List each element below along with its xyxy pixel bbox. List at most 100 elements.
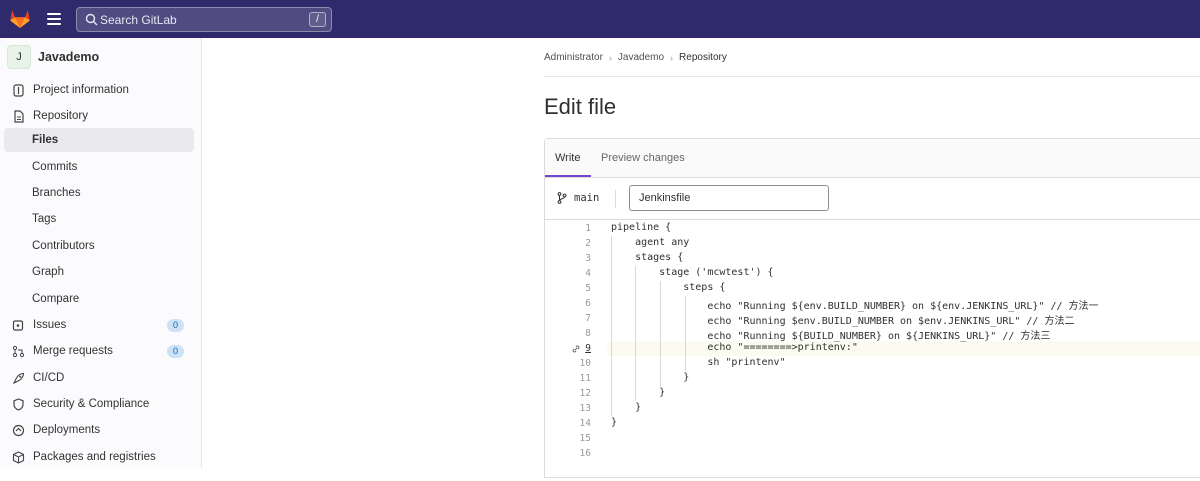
search-input[interactable]: Search GitLab / xyxy=(76,7,332,32)
file-editor: Write Preview changes main 1 2 3 4 5 6 7… xyxy=(544,138,1200,478)
code-line: echo "Running $env.BUILD_NUMBER on $env.… xyxy=(611,316,1075,327)
deployments-icon xyxy=(12,424,25,436)
menu-icon[interactable] xyxy=(47,13,63,25)
branch-icon xyxy=(557,192,567,204)
sidebar-item-label: Deployments xyxy=(33,424,101,436)
merge-requests-count-badge: 0 xyxy=(167,345,184,358)
line-number: 10 xyxy=(579,358,591,369)
breadcrumb-item[interactable]: Administrator xyxy=(544,52,603,63)
chevron-right-icon: › xyxy=(608,52,612,63)
sidebar-item-deployments[interactable]: Deployments xyxy=(4,418,194,442)
issues-icon xyxy=(12,319,24,331)
sidebar-item-label: Commits xyxy=(32,161,78,173)
breadcrumb-item[interactable]: Javademo xyxy=(618,52,664,63)
code-line: } xyxy=(611,417,618,428)
code-line: echo "Running ${env.BUILD_NUMBER} on ${e… xyxy=(611,301,1099,312)
sidebar-item-merge-requests[interactable]: Merge requests 0 xyxy=(4,339,194,363)
search-placeholder: Search GitLab xyxy=(100,13,177,27)
code-line: stages { xyxy=(611,252,684,263)
page-title: Edit file xyxy=(544,94,617,119)
line-number: 3 xyxy=(585,253,591,264)
package-icon xyxy=(12,450,25,464)
sidebar-item-label: Files xyxy=(32,134,59,146)
search-icon xyxy=(85,13,98,26)
divider xyxy=(544,76,1200,77)
sidebar-item-label: Security & Compliance xyxy=(33,398,150,410)
sidebar-item-label: Contributors xyxy=(32,240,95,252)
code-line: echo "Running ${BUILD_NUMBER} on ${JENKI… xyxy=(611,331,1051,342)
sidebar-item-tags[interactable]: Tags xyxy=(4,207,194,231)
sidebar-item-label: Tags xyxy=(32,213,57,225)
breadcrumb-item[interactable]: Repository xyxy=(679,52,727,63)
project-name: Javademo xyxy=(38,50,100,64)
code-line: } xyxy=(611,372,690,383)
divider xyxy=(615,190,616,208)
gitlab-logo-icon[interactable] xyxy=(9,8,31,29)
project-avatar: J xyxy=(7,45,31,69)
shield-icon xyxy=(13,397,24,411)
line-number: 7 xyxy=(585,313,591,324)
line-number: 12 xyxy=(579,388,591,399)
line-number-current[interactable]: 9 xyxy=(545,343,591,354)
top-navbar: Search GitLab / xyxy=(0,0,1200,38)
line-number: 2 xyxy=(585,238,591,249)
tab-write[interactable]: Write xyxy=(555,152,580,164)
code-line: steps { xyxy=(611,282,726,293)
active-tab-indicator xyxy=(545,175,591,177)
code-line: agent any xyxy=(611,237,690,248)
code-line: } xyxy=(611,387,666,398)
line-number: 5 xyxy=(585,283,591,294)
code-line: sh "printenv" xyxy=(611,357,786,368)
sidebar-item-compare[interactable]: Compare xyxy=(4,287,194,311)
merge-request-icon xyxy=(12,345,25,357)
code-line: } xyxy=(611,402,642,413)
code-line-current: echo "========>printenv:" xyxy=(611,342,858,353)
sidebar-item-label: Compare xyxy=(32,293,80,305)
file-bar: main xyxy=(545,178,1200,220)
sidebar-item-label: Graph xyxy=(32,266,64,278)
line-number: 15 xyxy=(579,433,591,444)
project-header[interactable]: J Javademo xyxy=(7,45,99,69)
code-line: pipeline { xyxy=(611,222,672,233)
filename-input[interactable] xyxy=(629,185,829,211)
editor-tabs: Write Preview changes xyxy=(545,139,1200,178)
issues-count-badge: 0 xyxy=(167,319,184,332)
chevron-right-icon: › xyxy=(670,52,674,63)
sidebar-item-project-information[interactable]: Project information xyxy=(4,78,194,102)
sidebar-item-packages-registries[interactable]: Packages and registries xyxy=(4,445,194,469)
line-number: 1 xyxy=(585,223,591,234)
info-icon xyxy=(13,83,24,97)
sidebar-item-label: Issues xyxy=(33,319,67,331)
rocket-icon xyxy=(12,372,25,384)
sidebar-item-ci-cd[interactable]: CI/CD xyxy=(4,366,194,390)
line-number: 4 xyxy=(585,268,591,279)
sidebar-item-label: Merge requests xyxy=(33,345,113,357)
tab-preview-changes[interactable]: Preview changes xyxy=(601,152,685,164)
code-line: stage ('mcwtest') { xyxy=(611,267,774,278)
line-number: 16 xyxy=(579,448,591,459)
document-icon xyxy=(14,109,24,123)
line-number: 6 xyxy=(585,298,591,309)
branch-name: main xyxy=(574,192,600,204)
search-shortcut: / xyxy=(309,12,326,27)
sidebar-item-label: CI/CD xyxy=(33,372,65,384)
code-editor[interactable]: 1 2 3 4 5 6 7 8 9 10 11 12 13 14 15 16 p… xyxy=(545,221,1200,481)
sidebar-item-issues[interactable]: Issues 0 xyxy=(4,313,194,337)
sidebar-item-label: Repository xyxy=(33,110,88,122)
line-number: 11 xyxy=(579,373,591,384)
sidebar-item-contributors[interactable]: Contributors xyxy=(4,234,194,258)
line-number: 8 xyxy=(585,328,591,339)
sidebar-item-graph[interactable]: Graph xyxy=(4,260,194,284)
sidebar: J Javademo Project information Repositor… xyxy=(0,38,202,468)
sidebar-item-label: Packages and registries xyxy=(33,451,156,463)
sidebar-item-branches[interactable]: Branches xyxy=(4,181,194,205)
sidebar-item-files[interactable]: Files xyxy=(4,128,194,152)
sidebar-item-label: Branches xyxy=(32,187,81,199)
sidebar-item-repository[interactable]: Repository xyxy=(4,104,194,128)
line-number: 14 xyxy=(579,418,591,429)
sidebar-item-commits[interactable]: Commits xyxy=(4,155,194,179)
sidebar-item-label: Project information xyxy=(33,84,129,96)
sidebar-item-security-compliance[interactable]: Security & Compliance xyxy=(4,392,194,416)
line-number: 13 xyxy=(579,403,591,414)
breadcrumb: Administrator › Javademo › Repository xyxy=(544,52,727,63)
